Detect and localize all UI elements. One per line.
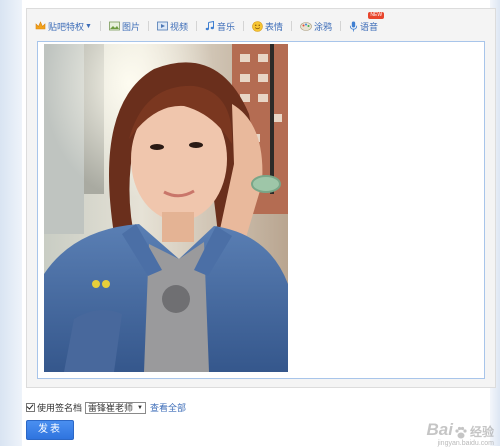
video-icon	[157, 21, 168, 31]
insert-picture-button[interactable]: 图片	[109, 20, 140, 33]
crown-icon	[35, 21, 46, 30]
video-label: 视频	[169, 21, 188, 32]
voice-button[interactable]: 语音 NEW	[349, 11, 385, 33]
emoji-icon	[252, 20, 263, 32]
signature-selected-value: 雷锋崔老师	[88, 402, 134, 413]
submit-post-button[interactable]: 发表	[26, 420, 74, 440]
music-icon	[205, 21, 214, 31]
new-badge: NEW	[368, 11, 385, 19]
baidu-jingyan-watermark: Bai 经验 jingyan.baidu.com	[426, 420, 494, 447]
view-all-link[interactable]: 查看全部	[150, 401, 186, 414]
signature-select[interactable]: 雷锋崔老师 ▼	[85, 401, 146, 414]
toolbar-divider	[291, 21, 293, 31]
chevron-down-icon: ▼	[137, 404, 143, 411]
doodle-icon	[300, 22, 312, 31]
picture-icon	[109, 21, 120, 31]
insert-video-button[interactable]: 视频	[157, 20, 188, 33]
emoji-label: 表情	[265, 21, 284, 32]
chevron-down-icon: ▼	[85, 22, 92, 30]
insert-music-button[interactable]: 音乐	[205, 20, 235, 33]
music-label: 音乐	[216, 21, 235, 32]
microphone-icon	[349, 21, 358, 31]
insert-emoji-button[interactable]: 表情	[252, 20, 283, 33]
tieba-privilege-label: 贴吧特权	[48, 21, 85, 32]
watermark-suffix: 经验	[469, 425, 494, 439]
watermark-brand: Bai	[426, 420, 453, 439]
selfie-photo-image	[44, 44, 288, 372]
toolbar-divider	[99, 21, 101, 31]
page-background-left	[0, 0, 22, 446]
use-signature-checkbox[interactable]	[26, 403, 35, 412]
signature-row: 使用签名档 雷锋崔老师 ▼ 查看全部	[26, 401, 186, 414]
toolbar-divider	[340, 21, 342, 31]
paw-icon	[455, 426, 467, 439]
doodle-label: 涂鸦	[314, 21, 333, 32]
editor-toolbar: 贴吧特权 ▼ 图片 视频 音乐 表情 涂鸦 语音 NEW	[35, 11, 392, 35]
doodle-button[interactable]: 涂鸦	[300, 20, 332, 33]
use-signature-label: 使用签名档	[37, 403, 83, 413]
post-editor-panel: 贴吧特权 ▼ 图片 视频 音乐 表情 涂鸦 语音 NEW	[26, 8, 496, 388]
tieba-privilege-button[interactable]: 贴吧特权 ▼	[35, 20, 92, 33]
uploaded-photo	[44, 44, 288, 372]
post-content-editor[interactable]	[37, 41, 485, 379]
toolbar-divider	[195, 21, 197, 31]
toolbar-divider	[243, 21, 244, 31]
voice-label: 语音	[360, 21, 379, 32]
picture-label: 图片	[121, 21, 140, 32]
toolbar-divider	[147, 21, 149, 31]
